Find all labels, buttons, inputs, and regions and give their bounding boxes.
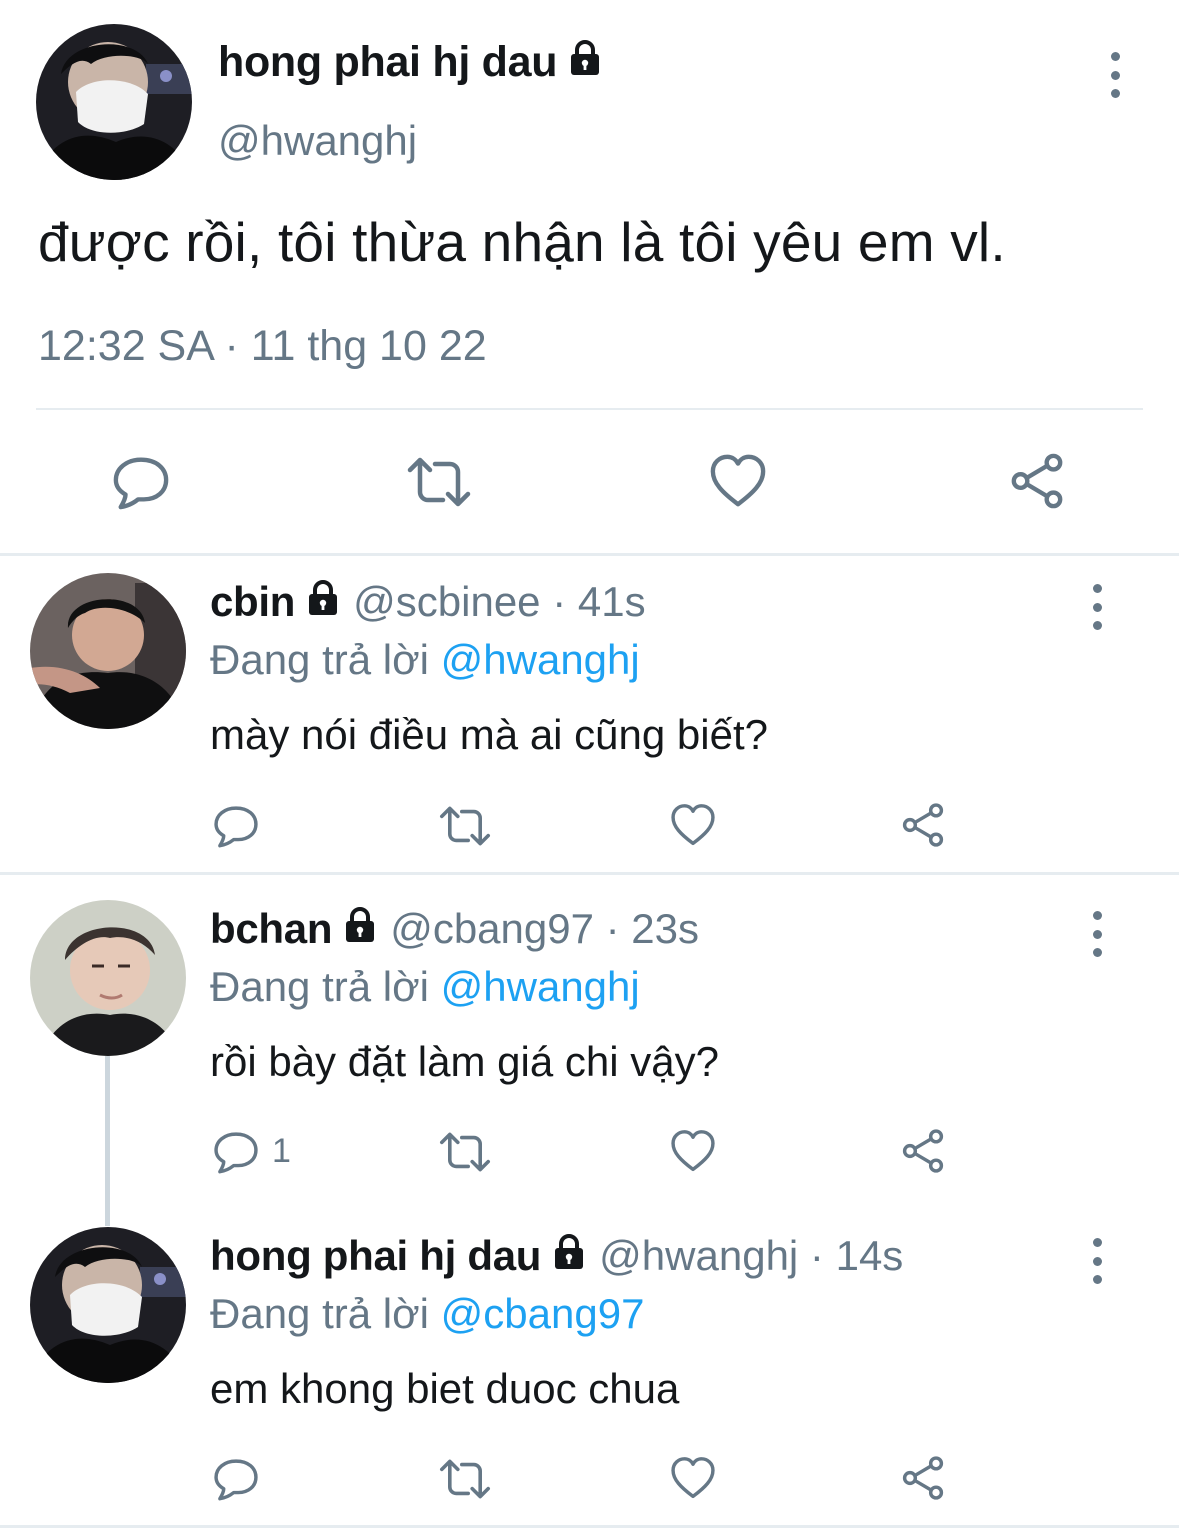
lock-icon xyxy=(340,905,380,945)
retweet-icon[interactable] xyxy=(439,1455,491,1503)
retweet-icon[interactable] xyxy=(439,1128,491,1176)
reply-count: 1 xyxy=(272,1132,291,1170)
like-icon[interactable] xyxy=(670,1455,716,1501)
author-name[interactable]: cbin xyxy=(210,578,295,625)
avatar-image xyxy=(30,573,186,729)
avatar[interactable] xyxy=(30,573,186,729)
share-icon[interactable] xyxy=(1008,452,1066,510)
mention-link[interactable]: @cbang97 xyxy=(441,1290,645,1337)
mention-link[interactable]: @hwanghj xyxy=(441,636,640,683)
reply-header: hong phai hj dau @hwanghj · 14s xyxy=(210,1232,903,1280)
reply-icon[interactable] xyxy=(213,1128,259,1174)
mention-link[interactable]: @hwanghj xyxy=(441,963,640,1010)
like-icon[interactable] xyxy=(709,452,767,510)
avatar-image xyxy=(36,24,192,180)
retweet-icon[interactable] xyxy=(439,802,491,850)
divider xyxy=(0,1525,1179,1528)
replying-to: Đang trả lời @hwanghj xyxy=(210,963,640,1011)
reply-icon[interactable] xyxy=(213,802,259,848)
thread-line xyxy=(105,1056,110,1226)
like-icon[interactable] xyxy=(670,1128,716,1174)
author-name[interactable]: hong phai hj dau xyxy=(210,1232,541,1279)
reply-header: bchan @cbang97 · 23s xyxy=(210,905,699,953)
like-icon[interactable] xyxy=(670,802,716,848)
tweet-timestamp[interactable]: 12:32 SA · 11 thg 10 22 xyxy=(38,322,487,371)
replying-to: Đang trả lời @cbang97 xyxy=(210,1290,644,1338)
more-icon[interactable] xyxy=(1085,1236,1109,1286)
retweet-icon[interactable] xyxy=(406,452,472,512)
replying-to-label: Đang trả lời xyxy=(210,963,429,1010)
tweet-text: được rồi, tôi thừa nhận là tôi yêu em vl… xyxy=(38,211,1006,273)
replying-to-label: Đang trả lời xyxy=(210,636,429,683)
tweet-text: mày nói điều mà ai cũng biết? xyxy=(210,711,768,758)
avatar[interactable] xyxy=(30,900,186,1056)
share-icon[interactable] xyxy=(900,802,946,848)
handle-time[interactable]: @cbang97 · 23s xyxy=(390,905,699,952)
share-icon[interactable] xyxy=(900,1455,946,1501)
more-icon[interactable] xyxy=(1085,909,1109,959)
handle-time[interactable]: @hwanghj · 14s xyxy=(599,1232,903,1279)
divider xyxy=(0,872,1179,875)
more-icon[interactable] xyxy=(1085,582,1109,632)
divider xyxy=(36,408,1143,410)
more-icon[interactable] xyxy=(1103,50,1127,100)
reply-icon[interactable] xyxy=(112,452,170,510)
author-name[interactable]: hong phai hj dau xyxy=(218,38,605,87)
share-icon[interactable] xyxy=(900,1128,946,1174)
replying-to: Đang trả lời @hwanghj xyxy=(210,636,640,684)
lock-icon xyxy=(565,38,605,78)
handle-time[interactable]: @scbinee · 41s xyxy=(353,578,645,625)
lock-icon xyxy=(549,1232,589,1272)
reply-header: cbin @scbinee · 41s xyxy=(210,578,646,626)
avatar[interactable] xyxy=(30,1227,186,1383)
tweet-text: em khong biet duoc chua xyxy=(210,1365,680,1412)
avatar[interactable] xyxy=(36,24,192,180)
lock-icon xyxy=(303,578,343,618)
author-handle[interactable]: @hwanghj xyxy=(218,117,417,165)
replying-to-label: Đang trả lời xyxy=(210,1290,429,1337)
avatar-image xyxy=(30,1227,186,1383)
avatar-image xyxy=(30,900,186,1056)
author-name[interactable]: bchan xyxy=(210,905,332,952)
divider xyxy=(0,553,1179,556)
reply-icon[interactable] xyxy=(213,1455,259,1501)
tweet-text: rồi bày đặt làm giá chi vậy? xyxy=(210,1038,719,1085)
author-name-text: hong phai hj dau xyxy=(218,38,558,86)
